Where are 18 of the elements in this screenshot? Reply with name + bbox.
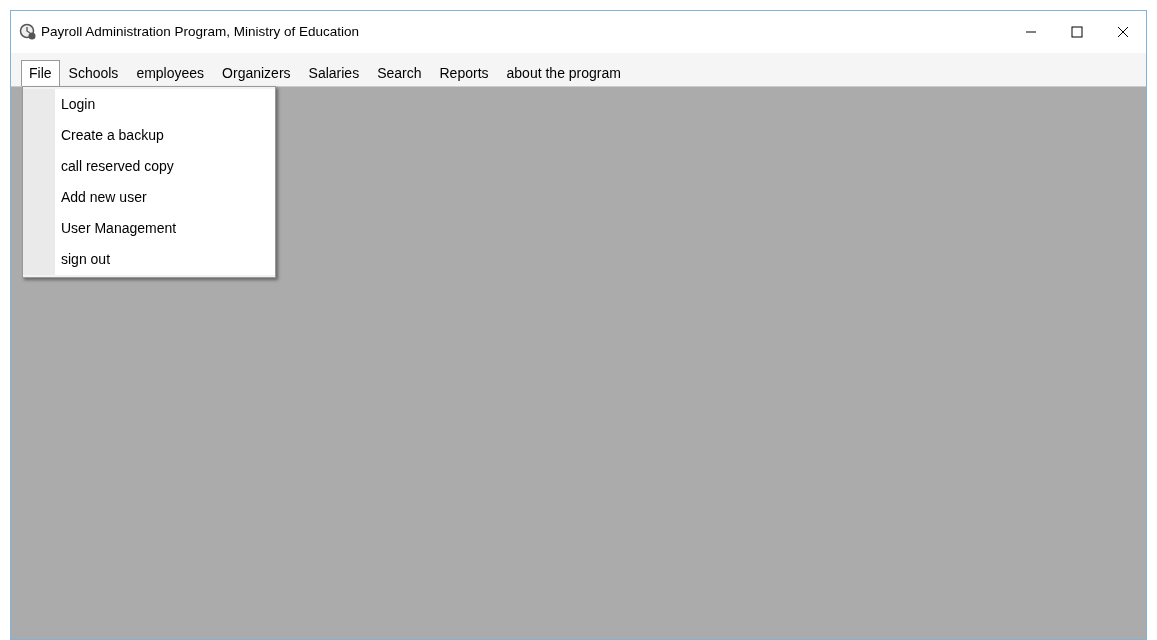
menu-item[interactable]: employees <box>127 60 214 86</box>
menu-option[interactable]: sign out <box>55 244 275 275</box>
menu-item[interactable]: about the program <box>497 60 630 86</box>
menu-option[interactable]: call reserved copy <box>55 151 275 182</box>
menu-option[interactable]: User Management <box>55 213 275 244</box>
window-title: Payroll Administration Program, Ministry of Education <box>41 22 360 41</box>
close-icon <box>1117 26 1129 38</box>
clock-icon <box>19 23 37 41</box>
maximize-icon <box>1071 26 1083 38</box>
menu-option[interactable]: Add new user <box>55 182 275 213</box>
menu-option[interactable]: Create a backup <box>55 120 275 151</box>
menu-item[interactable]: Organizers <box>213 60 300 86</box>
menu-item[interactable]: Salaries <box>299 60 369 86</box>
menu-item[interactable]: File <box>21 60 60 86</box>
menu-option[interactable]: Login <box>55 89 275 120</box>
menu-item[interactable]: Reports <box>430 60 498 86</box>
menu-item[interactable]: Search <box>368 60 431 86</box>
menu-item[interactable]: Schools <box>59 60 128 86</box>
